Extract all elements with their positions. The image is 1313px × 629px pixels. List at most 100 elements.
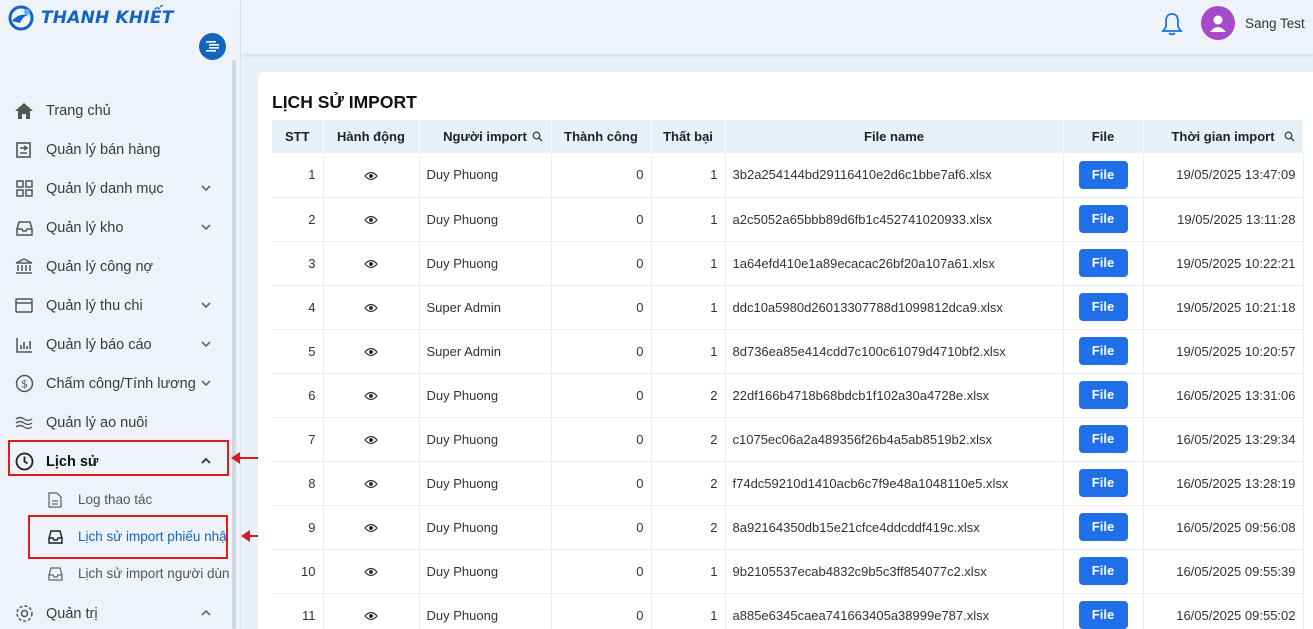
grid-icon [14,179,34,199]
cell-action [323,285,420,330]
cell-failed: 1 [651,197,726,242]
eye-icon[interactable] [364,479,378,489]
inbox-icon [47,566,63,582]
cell-import-time: 16/05/2025 13:29:34 [1143,417,1304,462]
cell-import-time: 16/05/2025 09:55:02 [1143,593,1304,629]
sidebar-item-reports[interactable]: Quản lý báo cáo [0,325,232,364]
file-download-button[interactable]: File [1078,601,1128,629]
eye-icon[interactable] [364,215,378,225]
sidebar-item-label: Quản lý ao nuôi [46,414,148,431]
table-row: 6 Duy Phuong 0 2 22df166b4718b68bdcb1f102a30… [272,373,1304,418]
column-header-file[interactable]: File [1063,120,1144,153]
sidebar-scrollbar[interactable] [232,60,236,629]
file-download-button[interactable]: File [1078,557,1128,585]
column-header-label: Thời gian import [1171,129,1275,144]
username[interactable]: Sang Test [1245,16,1305,31]
cell-file-name: 1a64efd410e1a89ecacac26bf20a107a61.xlsx [725,241,1064,286]
cell-success: 0 [551,417,652,462]
cell-file: File [1063,505,1144,550]
file-download-button[interactable]: File [1078,469,1128,497]
cell-file: File [1063,549,1144,594]
cell-file: File [1063,153,1144,198]
sidebar-item-label: Quản lý kho [46,219,124,236]
eye-icon[interactable] [364,347,378,357]
cell-importer: Duy Phuong [419,241,552,286]
inbox-icon [14,218,34,238]
bank-icon [14,257,34,277]
sidebar-subitem-import-user-history[interactable]: Lịch sử import người dùn [0,555,232,592]
chevron-up-icon [201,609,211,616]
file-download-button[interactable]: File [1078,205,1128,233]
column-header-import-time[interactable]: Thời gian import [1143,120,1304,153]
cell-import-time: 16/05/2025 09:56:08 [1143,505,1304,550]
bell-icon[interactable] [1161,12,1183,36]
cell-file: File [1063,593,1144,629]
cell-success: 0 [551,373,652,418]
eye-icon[interactable] [364,259,378,269]
cell-import-time: 16/05/2025 13:28:19 [1143,461,1304,506]
cell-importer: Duy Phuong [419,549,552,594]
svg-text:$: $ [21,378,28,391]
file-download-button[interactable]: File [1078,249,1128,277]
cell-file: File [1063,329,1144,374]
column-header-importer[interactable]: Người import [419,120,552,153]
eye-icon[interactable] [364,171,378,181]
file-download-button[interactable]: File [1078,425,1128,453]
sidebar-item-home[interactable]: Trang chủ [0,91,232,130]
file-download-button[interactable]: File [1078,513,1128,541]
file-download-button[interactable]: File [1078,160,1128,189]
search-icon[interactable] [532,131,543,142]
sidebar-item-categories[interactable]: Quản lý danh mục [0,169,232,208]
column-header-failed[interactable]: Thất bại [651,120,726,153]
eye-icon[interactable] [364,567,378,577]
eye-icon[interactable] [364,303,378,313]
cell-file-name: a885e6345caea741663405a38999e787.xlsx [725,593,1064,629]
brand-logo[interactable]: THANH KHIẾT [8,5,174,31]
cell-stt: 9 [272,505,324,550]
cell-importer: Duy Phuong [419,593,552,629]
file-download-button[interactable]: File [1078,337,1128,365]
eye-icon[interactable] [364,523,378,533]
sidebar-subitem-action-log[interactable]: Log thao tác [0,481,232,518]
cell-file: File [1063,197,1144,242]
column-header-stt[interactable]: STT [272,120,324,153]
column-header-success[interactable]: Thành công [551,120,652,153]
eye-icon[interactable] [364,391,378,401]
cell-import-time: 19/05/2025 10:22:21 [1143,241,1304,286]
cell-stt: 4 [272,285,324,330]
cell-importer: Duy Phuong [419,417,552,462]
sidebar-item-admin[interactable]: Quản trị [0,594,232,629]
sidebar-item-payroll[interactable]: $ Chấm công/Tính lương [0,364,232,403]
cell-import-time: 19/05/2025 10:20:57 [1143,329,1304,374]
sidebar-item-warehouse[interactable]: Quản lý kho [0,208,232,247]
cell-action [323,549,420,594]
eye-icon[interactable] [364,435,378,445]
sidebar-subitem-label: Lịch sử import người dùn [78,566,230,581]
search-icon[interactable] [1284,131,1295,142]
cell-file-name: 3b2a254144bd29116410e2d6c1bbe7af6.xlsx [725,153,1064,198]
eye-icon[interactable] [364,611,378,621]
sidebar-collapse-button[interactable] [199,33,226,60]
sidebar-item-debt[interactable]: Quản lý công nợ [0,247,232,286]
cell-file-name: f74dc59210d1410acb6c7f9e48a1048110e5.xls… [725,461,1064,506]
menu-fold-icon [206,41,219,52]
sidebar-item-income-expense[interactable]: Quản lý thu chi [0,286,232,325]
cell-success: 0 [551,197,652,242]
chevron-down-icon [201,302,211,309]
column-header-action[interactable]: Hành động [323,120,420,153]
cell-file: File [1063,285,1144,330]
wallet-icon [14,296,34,316]
file-download-button[interactable]: File [1078,381,1128,409]
file-download-button[interactable]: File [1078,293,1128,321]
sidebar-item-label: Chấm công/Tính lương [46,375,196,392]
cell-stt: 6 [272,373,324,418]
avatar[interactable] [1201,6,1235,40]
cell-stt: 2 [272,197,324,242]
cell-import-time: 19/05/2025 10:21:18 [1143,285,1304,330]
sidebar-item-ponds[interactable]: Quản lý ao nuôi [0,403,232,442]
sidebar-item-sales[interactable]: Quản lý bán hàng [0,130,232,169]
column-header-file-name[interactable]: File name [725,120,1064,153]
cell-importer: Duy Phuong [419,197,552,242]
cell-success: 0 [551,593,652,629]
import-history-table: STT Hành động Người import Thành công Th… [272,120,1304,629]
